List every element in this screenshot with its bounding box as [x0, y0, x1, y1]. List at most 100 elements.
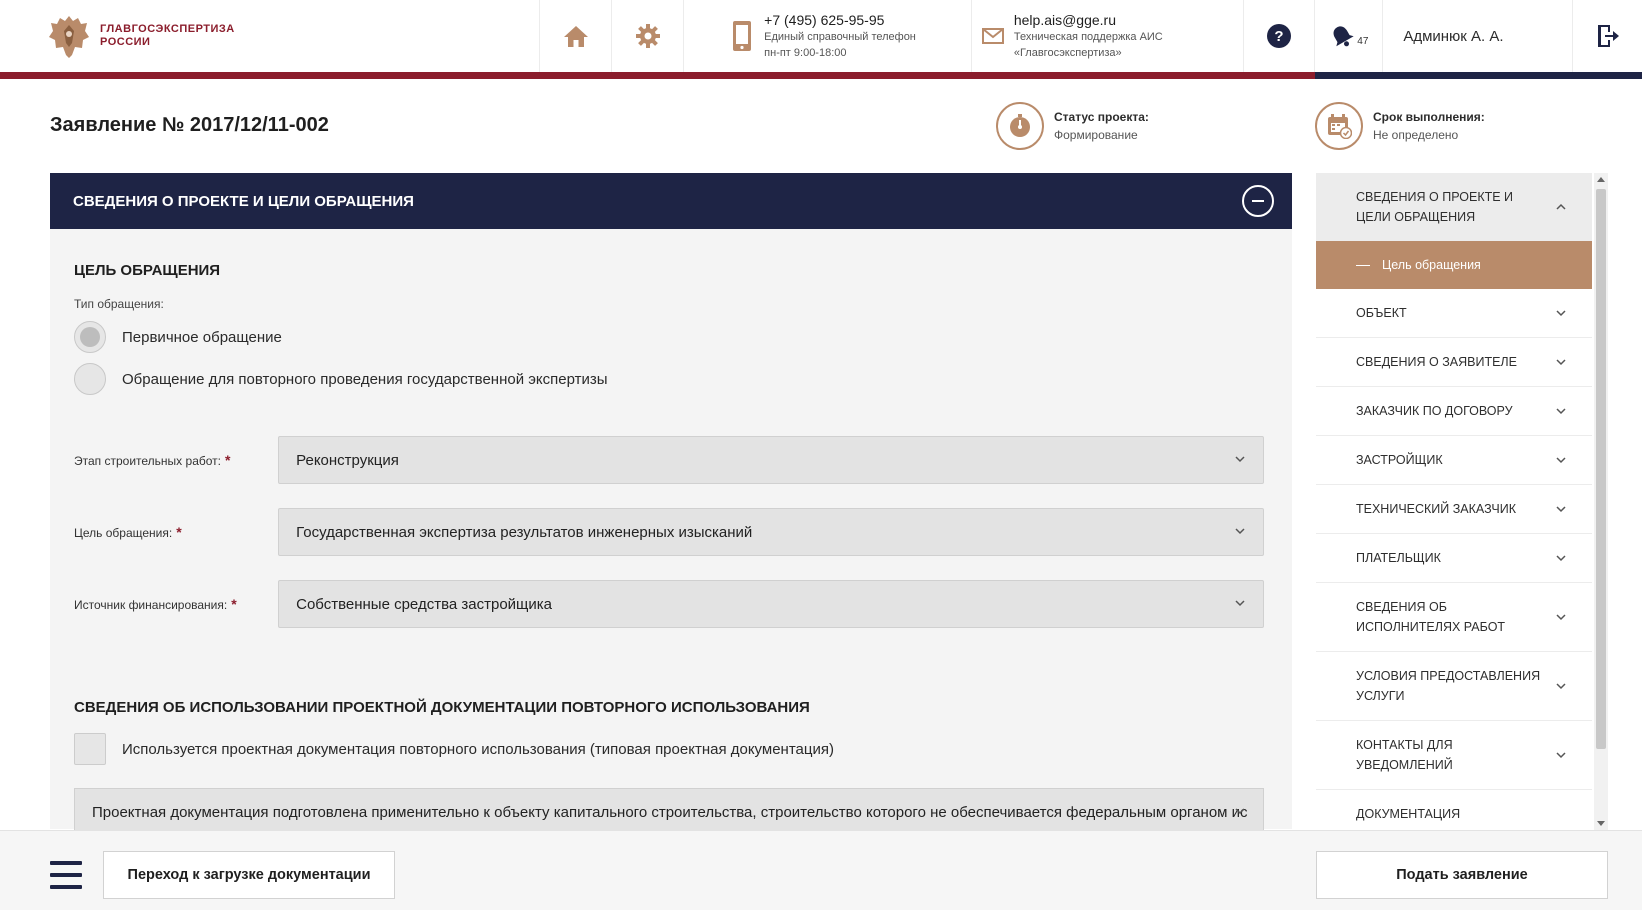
help-icon: ? [1266, 24, 1291, 48]
financing-source-select[interactable]: Собственные средства застройщика [278, 580, 1264, 628]
reuse-checkbox-label: Используется проектная документация повт… [122, 740, 834, 758]
bell-icon [1333, 26, 1354, 47]
deadline-circle [1315, 102, 1363, 150]
phone-icon [733, 21, 752, 51]
nav-scrollbar[interactable] [1594, 173, 1608, 830]
goto-documentation-button[interactable]: Переход к загрузке документации [103, 851, 395, 899]
radio-primary-label: Первичное обращение [122, 328, 282, 346]
nav-item-label: ЗАКАЗЧИК ПО ДОГОВОРУ [1356, 404, 1513, 418]
brand[interactable]: ГЛАВГОСЭКСПЕРТИЗА РОССИИ [0, 0, 539, 72]
nav-item-object[interactable]: ОБЪЕКТ [1316, 289, 1592, 338]
section-title: СВЕДЕНИЯ О ПРОЕКТЕ И ЦЕЛИ ОБРАЩЕНИЯ [73, 192, 414, 210]
stopwatch-icon [1010, 114, 1030, 137]
phone-contact[interactable]: +7 (495) 625-95-95 Единый справочный тел… [683, 0, 971, 72]
radio-button[interactable] [74, 363, 106, 395]
nav-item-label: КОНТАКТЫ ДЛЯ [1356, 738, 1453, 752]
nav-item-technical-customer[interactable]: ТЕХНИЧЕСКИЙ ЗАКАЗЧИК [1316, 485, 1592, 534]
radio-repeat-request[interactable]: Обращение для повторного проведения госу… [74, 363, 608, 395]
nav-item-label: СВЕДЕНИЯ О ПРОЕКТЕ И [1356, 189, 1514, 204]
support-description: Техническая поддержка АИС [1013, 31, 1163, 43]
reuse-documentation-value: Проектная документация подготовлена прим… [92, 803, 1248, 821]
request-goal-field: Цель обращения: * Государственная эксперт… [74, 508, 1264, 556]
nav-item-label: УСЛУГИ [1356, 689, 1405, 703]
chevron-down-icon [1556, 683, 1566, 690]
nav-item-notification-contacts[interactable]: КОНТАКТЫ ДЛЯ УВЕДОМЛЕНИЙ [1316, 721, 1592, 790]
minus-icon [1252, 200, 1264, 202]
mail-icon [981, 28, 1004, 44]
scroll-down-arrow-icon[interactable] [1597, 821, 1605, 826]
chevron-up-icon [1556, 203, 1566, 210]
nav-item-developer[interactable]: ЗАСТРОЙЩИК [1316, 436, 1592, 485]
email-contact[interactable]: help.ais@gge.ru Техническая поддержка АИ… [970, 0, 1243, 72]
notifications-count: 47 [1357, 35, 1369, 47]
hamburger-menu-icon[interactable] [50, 861, 82, 889]
chevron-down-icon [1235, 528, 1245, 535]
request-goal-value: Государственная экспертиза результатов и… [296, 523, 753, 541]
notifications-button[interactable]: 47 [1314, 0, 1382, 72]
settings-button[interactable] [611, 0, 683, 72]
nav-subitem-label: Цель обращения [1382, 258, 1481, 272]
construction-stage-label: Этап строительных работ: * [74, 452, 231, 468]
nav-subitem-purpose[interactable]: Цель обращения [1316, 241, 1592, 289]
nav-item-project-info[interactable]: СВЕДЕНИЯ О ПРОЕКТЕ И ЦЕЛИ ОБРАЩЕНИЯ [1316, 173, 1592, 241]
nav-item-applicant[interactable]: СВЕДЕНИЯ О ЗАЯВИТЕЛЕ [1316, 338, 1592, 387]
top-header: ГЛАВГОСЭКСПЕРТИЗА РОССИИ +7 (495) 625-95… [0, 0, 1642, 72]
footer-bar: Переход к загрузке документации Подать з… [0, 830, 1642, 910]
gear-icon [635, 24, 660, 48]
nav-item-executors[interactable]: СВЕДЕНИЯ ОБ ИСПОЛНИТЕЛЯХ РАБОТ [1316, 583, 1592, 652]
scrollbar-thumb[interactable] [1596, 189, 1606, 749]
request-type-label: Тип обращения: [74, 297, 164, 311]
calendar-icon [1328, 114, 1352, 139]
chevron-down-icon [1235, 456, 1245, 463]
user-menu[interactable]: Админюк А. А. [1382, 0, 1572, 72]
deadline-value: Не определено [1373, 128, 1459, 142]
nav-item-label: ОБЪЕКТ [1356, 306, 1407, 320]
nav-item-contract-customer[interactable]: ЗАКАЗЧИК ПО ДОГОВОРУ [1316, 387, 1592, 436]
nav-item-label: ЦЕЛИ ОБРАЩЕНИЯ [1356, 209, 1476, 224]
collapse-section-button[interactable] [1242, 185, 1274, 217]
chevron-down-icon [1556, 359, 1566, 366]
nav-item-label: ПЛАТЕЛЬЩИК [1356, 551, 1441, 565]
construction-stage-select[interactable]: Реконструкция [278, 436, 1264, 484]
radio-primary-request[interactable]: Первичное обращение [74, 321, 282, 353]
phone-hours: пн-пт 9:00-18:00 [764, 47, 847, 59]
chevron-down-icon [1556, 752, 1566, 759]
logout-icon [1597, 25, 1619, 47]
nav-item-payer[interactable]: ПЛАТЕЛЬЩИК [1316, 534, 1592, 583]
scroll-up-arrow-icon[interactable] [1597, 177, 1605, 182]
brand-name-line1: ГЛАВГОСЭКСПЕРТИЗА [100, 23, 235, 35]
construction-stage-value: Реконструкция [296, 451, 399, 469]
nav-item-documentation[interactable]: ДОКУМЕНТАЦИЯ [1316, 790, 1592, 830]
nav-item-label: СВЕДЕНИЯ ОБ [1356, 600, 1447, 614]
chevron-down-icon [1556, 506, 1566, 513]
nav-item-service-conditions[interactable]: УСЛОВИЯ ПРЕДОСТАВЛЕНИЯ УСЛУГИ [1316, 652, 1592, 721]
logout-button[interactable] [1572, 0, 1642, 72]
page-title: Заявление № 2017/12/11-002 [50, 114, 329, 136]
section-header: СВЕДЕНИЯ О ПРОЕКТЕ И ЦЕЛИ ОБРАЩЕНИЯ [50, 173, 1292, 229]
radio-button-selected[interactable] [74, 321, 106, 353]
nav-item-label: ДОКУМЕНТАЦИЯ [1356, 807, 1461, 821]
financing-source-field: Источник финансирования: * Собственные ср… [74, 580, 1264, 628]
financing-source-label: Источник финансирования: * [74, 596, 237, 612]
home-button[interactable] [539, 0, 611, 72]
nav-item-label: ЗАСТРОЙЩИК [1356, 453, 1443, 467]
submit-application-button[interactable]: Подать заявление [1316, 851, 1608, 899]
construction-stage-field: Этап строительных работ: * Реконструкция [74, 436, 1264, 484]
reuse-checkbox-row[interactable]: Используется проектная документация повт… [74, 733, 834, 765]
status-value: Формирование [1054, 128, 1138, 142]
section-navigation: СВЕДЕНИЯ О ПРОЕКТЕ И ЦЕЛИ ОБРАЩЕНИЯ Цель… [1316, 173, 1592, 830]
chevron-down-icon [1556, 614, 1566, 621]
chevron-down-icon [1556, 408, 1566, 415]
chevron-down-icon [1556, 310, 1566, 317]
request-goal-label: Цель обращения: * [74, 524, 182, 540]
reuse-documentation-select[interactable]: Проектная документация подготовлена прим… [74, 788, 1264, 836]
deadline-label: Срок выполнения: [1373, 110, 1485, 124]
help-button[interactable]: ? [1242, 0, 1315, 72]
header-accent-bar [0, 72, 1315, 79]
support-email: help.ais@gge.ru [1013, 12, 1117, 28]
header-accent-bar-dark [1315, 72, 1642, 79]
reuse-subtitle: СВЕДЕНИЯ ОБ ИСПОЛЬЗОВАНИИ ПРОЕКТНОЙ ДОКУ… [74, 699, 810, 716]
reuse-checkbox[interactable] [74, 733, 106, 765]
request-goal-select[interactable]: Государственная экспертиза результатов и… [278, 508, 1264, 556]
home-icon [563, 26, 588, 47]
